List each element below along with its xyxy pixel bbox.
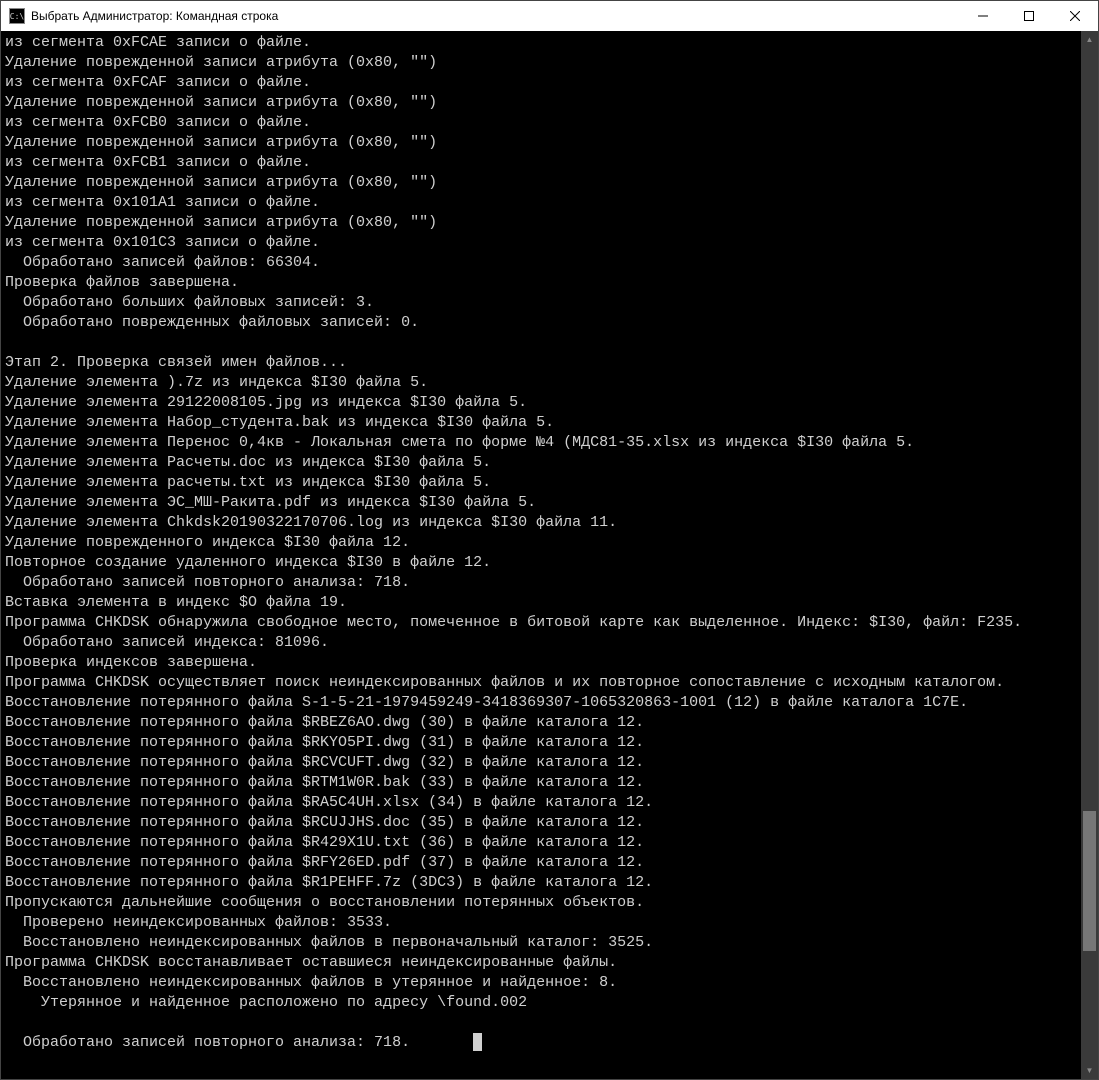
console-line: Удаление элемента 29122008105.jpg из инд… (5, 394, 527, 411)
window-title: Выбрать Администратор: Командная строка (31, 9, 960, 23)
console-output[interactable]: из сегмента 0xFCAE записи о файле. Удале… (1, 31, 1081, 1079)
console-line: Удаление элемента расчеты.txt из индекса… (5, 474, 491, 491)
console-line: Обработано записей файлов: 66304. (5, 254, 320, 271)
console-line: Удаление поврежденной записи атрибута (0… (5, 214, 437, 231)
console-line: Удаление элемента Набор_студента.bak из … (5, 414, 554, 431)
console-line: Удаление элемента Chkdsk20190322170706.l… (5, 514, 617, 531)
console-line: Восстановление потерянного файла $RTM1W0… (5, 774, 644, 791)
console-line: Этап 2. Проверка связей имен файлов... (5, 354, 347, 371)
console-line: Обработано записей повторного анализа: 7… (5, 1034, 473, 1051)
console-line: Утерянное и найденное расположено по адр… (5, 994, 527, 1011)
console-line: Удаление поврежденного индекса $I30 файл… (5, 534, 410, 551)
console-line: Повторное создание удаленного индекса $I… (5, 554, 491, 571)
console-line: Удаление элемента ЭС_МШ-Ракита.pdf из ин… (5, 494, 536, 511)
maximize-button[interactable] (1006, 1, 1052, 31)
close-button[interactable] (1052, 1, 1098, 31)
console-line: Восстановление потерянного файла $RCUJJH… (5, 814, 644, 831)
console-line: Восстановлено неиндексированных файлов в… (5, 974, 617, 991)
console-line: из сегмента 0xFCB0 записи о файле. (5, 114, 311, 131)
console-line: Обработано записей повторного анализа: 7… (5, 574, 410, 591)
console-line: Удаление поврежденной записи атрибута (0… (5, 134, 437, 151)
console-line: Восстановлено неиндексированных файлов в… (5, 934, 653, 951)
cmd-icon: C:\ (9, 8, 25, 24)
scroll-down-button[interactable]: ▼ (1081, 1062, 1098, 1079)
console-line: Программа CHKDSK восстанавливает оставши… (5, 954, 617, 971)
window-controls (960, 1, 1098, 31)
console-line: из сегмента 0xFCAF записи о файле. (5, 74, 311, 91)
console-line: Удаление поврежденной записи атрибута (0… (5, 94, 437, 111)
console-line: Проверка файлов завершена. (5, 274, 239, 291)
console-line: Проверка индексов завершена. (5, 654, 257, 671)
vertical-scrollbar[interactable]: ▲ ▼ (1081, 31, 1098, 1079)
titlebar[interactable]: C:\ Выбрать Администратор: Командная стр… (1, 1, 1098, 31)
client-area: из сегмента 0xFCAE записи о файле. Удале… (1, 31, 1098, 1079)
command-prompt-window: C:\ Выбрать Администратор: Командная стр… (0, 0, 1099, 1080)
minimize-button[interactable] (960, 1, 1006, 31)
console-line: из сегмента 0x101A1 записи о файле. (5, 194, 320, 211)
scroll-thumb[interactable] (1083, 811, 1096, 951)
console-line: Программа CHKDSK осуществляет поиск неин… (5, 674, 1004, 691)
console-line: из сегмента 0xFCB1 записи о файле. (5, 154, 311, 171)
console-line: Восстановление потерянного файла $RKYO5P… (5, 734, 644, 751)
console-line: Удаление элемента Расчеты.doc из индекса… (5, 454, 491, 471)
console-line: Обработано поврежденных файловых записей… (5, 314, 419, 331)
text-cursor (473, 1033, 482, 1051)
console-line: Восстановление потерянного файла $RA5C4U… (5, 794, 653, 811)
console-line: Восстановление потерянного файла $RCVCUF… (5, 754, 644, 771)
console-line: из сегмента 0x101C3 записи о файле. (5, 234, 320, 251)
console-line: Обработано записей индекса: 81096. (5, 634, 329, 651)
console-line: Удаление поврежденной записи атрибута (0… (5, 54, 437, 71)
console-line: Пропускаются дальнейшие сообщения о восс… (5, 894, 644, 911)
console-line: Удаление элемента Перенос 0,4кв - Локаль… (5, 434, 914, 451)
console-line: Проверено неиндексированных файлов: 3533… (5, 914, 392, 931)
console-line: Восстановление потерянного файла $R429X1… (5, 834, 644, 851)
console-line: Удаление элемента ).7z из индекса $I30 ф… (5, 374, 428, 391)
console-line: Вставка элемента в индекс $O файла 19. (5, 594, 347, 611)
console-line: Восстановление потерянного файла S-1-5-2… (5, 694, 968, 711)
console-line: Восстановление потерянного файла $RBEZ6A… (5, 714, 644, 731)
console-line: Восстановление потерянного файла $RFY26E… (5, 854, 644, 871)
console-line: Восстановление потерянного файла $R1PEHF… (5, 874, 653, 891)
console-line: Удаление поврежденной записи атрибута (0… (5, 174, 437, 191)
console-line: Обработано больших файловых записей: 3. (5, 294, 374, 311)
scroll-up-button[interactable]: ▲ (1081, 31, 1098, 48)
console-line: из сегмента 0xFCAE записи о файле. (5, 34, 311, 51)
console-line: Программа CHKDSK обнаружила свободное ме… (5, 614, 1022, 631)
